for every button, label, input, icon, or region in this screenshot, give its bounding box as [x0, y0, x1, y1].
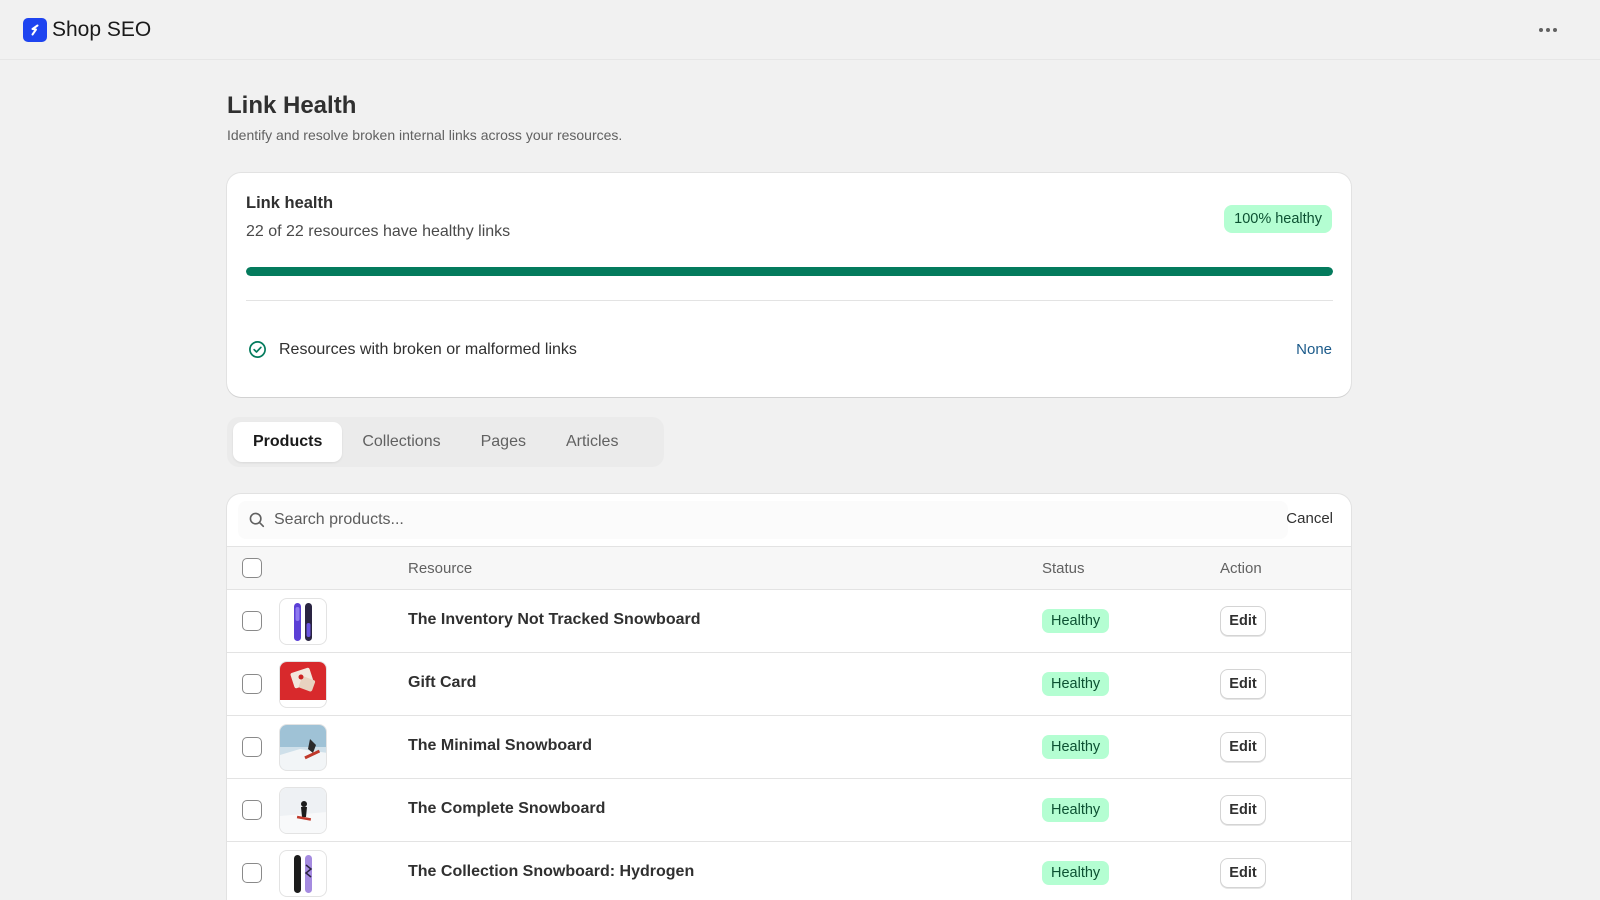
top-bar: Shop SEO — [0, 0, 1600, 60]
product-name[interactable]: The Minimal Snowboard — [408, 737, 592, 755]
edit-button[interactable]: Edit — [1220, 669, 1266, 699]
row-checkbox[interactable] — [242, 674, 262, 694]
column-header-resource: Resource — [408, 560, 473, 577]
check-circle-icon — [249, 341, 266, 358]
product-name[interactable]: The Inventory Not Tracked Snowboard — [408, 611, 701, 629]
health-card-title: Link health — [246, 194, 334, 212]
edit-button[interactable]: Edit — [1220, 795, 1266, 825]
status-badge: Healthy — [1042, 861, 1110, 885]
page-subtitle: Identify and resolve broken internal lin… — [227, 127, 623, 143]
edit-button[interactable]: Edit — [1220, 732, 1266, 762]
row-checkbox[interactable] — [242, 863, 262, 883]
tab-collections[interactable]: Collections — [342, 422, 460, 462]
table-row[interactable]: The Inventory Not Tracked Snowboard Heal… — [227, 590, 1351, 653]
product-thumbnail — [279, 850, 327, 897]
link-health-card: Link health 22 of 22 resources have heal… — [227, 173, 1351, 397]
app-name: Shop SEO — [52, 17, 152, 41]
product-thumbnail — [279, 787, 327, 834]
status-badge: Healthy — [1042, 735, 1110, 759]
search-row: Cancel — [227, 494, 1351, 546]
broken-links-row: Resources with broken or malformed links — [248, 340, 577, 359]
table-header: Resource Status Action — [227, 546, 1351, 590]
row-checkbox[interactable] — [242, 611, 262, 631]
edit-button[interactable]: Edit — [1220, 606, 1266, 636]
column-header-status: Status — [1042, 560, 1085, 577]
search-input[interactable] — [274, 511, 1234, 529]
health-progress-fill — [246, 267, 1333, 276]
product-thumbnail — [279, 724, 327, 771]
products-table-card: Cancel Resource Status Action The Invent… — [227, 494, 1351, 900]
table-row[interactable]: The Minimal Snowboard Healthy Edit — [227, 716, 1351, 779]
product-thumbnail — [279, 661, 327, 708]
tab-pages[interactable]: Pages — [461, 422, 546, 462]
dot-icon — [1546, 28, 1550, 32]
search-icon — [249, 512, 265, 528]
health-progress-bar — [246, 267, 1333, 276]
row-checkbox[interactable] — [242, 800, 262, 820]
product-name[interactable]: The Complete Snowboard — [408, 800, 605, 818]
cancel-button[interactable]: Cancel — [1286, 510, 1333, 527]
status-badge: Healthy — [1042, 609, 1110, 633]
dot-icon — [1553, 28, 1557, 32]
health-percentage-badge: 100% healthy — [1224, 205, 1332, 233]
page-title: Link Health — [227, 92, 357, 119]
product-name[interactable]: Gift Card — [408, 674, 476, 692]
edit-button[interactable]: Edit — [1220, 858, 1266, 888]
product-thumbnail — [279, 598, 327, 645]
tab-products[interactable]: Products — [233, 422, 343, 462]
status-badge: Healthy — [1042, 798, 1110, 822]
broken-links-value: None — [1296, 341, 1332, 358]
app-logo-icon — [23, 17, 47, 42]
table-row[interactable]: Gift Card Healthy Edit — [227, 653, 1351, 716]
health-summary: 22 of 22 resources have healthy links — [246, 223, 511, 240]
resource-tabs: Products Collections Pages Articles — [227, 417, 664, 467]
product-name[interactable]: The Collection Snowboard: Hydrogen — [408, 863, 694, 881]
status-badge: Healthy — [1042, 672, 1110, 696]
dot-icon — [1539, 28, 1543, 32]
divider — [246, 300, 1333, 301]
tab-articles[interactable]: Articles — [546, 422, 638, 462]
more-options-button[interactable] — [1536, 18, 1560, 42]
table-row[interactable]: The Collection Snowboard: Hydrogen Healt… — [227, 842, 1351, 900]
search-box[interactable] — [238, 501, 1288, 539]
broken-links-label: Resources with broken or malformed links — [279, 340, 577, 358]
column-header-action: Action — [1220, 560, 1262, 577]
table-row[interactable]: The Complete Snowboard Healthy Edit — [227, 779, 1351, 842]
select-all-checkbox[interactable] — [242, 558, 262, 578]
row-checkbox[interactable] — [242, 737, 262, 757]
